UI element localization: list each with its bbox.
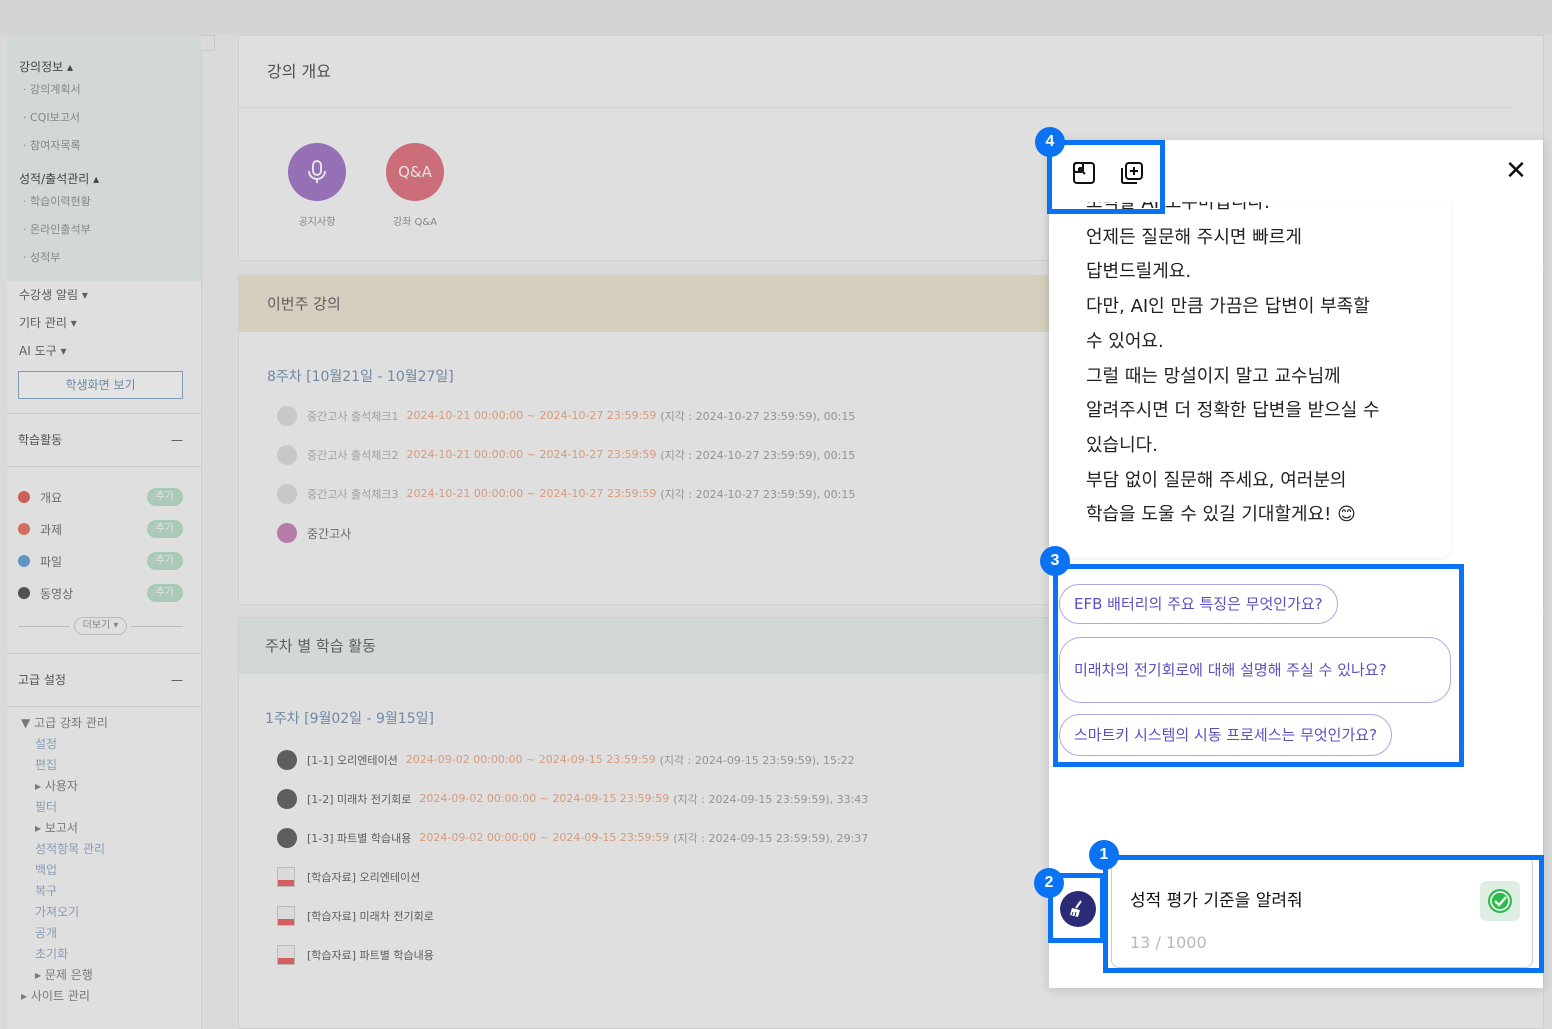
close-button[interactable]: ✕: [1501, 156, 1531, 186]
highlight-box-1: [1103, 855, 1544, 973]
annotation-badge-1: 1: [1089, 840, 1119, 870]
assistant-message-text: 조력할 AI 도우미입니다. 언제든 질문해 주시면 빠르게 답변드릴게요. 다…: [1086, 202, 1380, 526]
highlight-box-3: [1053, 564, 1464, 767]
annotation-badge-4: 4: [1035, 127, 1065, 157]
highlight-box-4: [1047, 140, 1165, 214]
annotation-badge-3: 3: [1040, 546, 1070, 576]
assistant-message: 조력할 AI 도우미입니다. 언제든 질문해 주시면 빠르게 답변드릴게요. 다…: [1049, 202, 1451, 558]
annotation-badge-2: 2: [1034, 868, 1064, 898]
